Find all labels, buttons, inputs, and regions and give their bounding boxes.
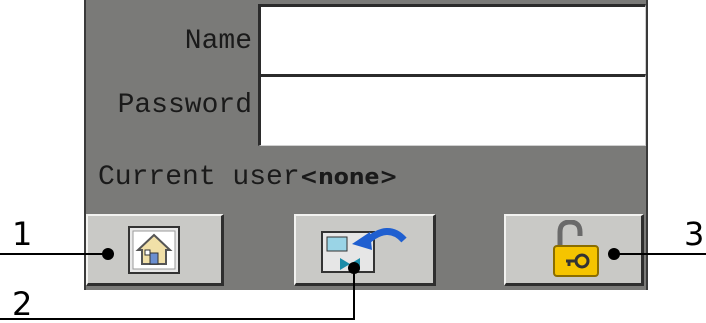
callout-1-dot bbox=[102, 248, 114, 260]
callout-2-line-h bbox=[0, 318, 355, 320]
callout-1-label: 1 bbox=[12, 215, 33, 253]
callout-2-label: 2 bbox=[12, 285, 33, 323]
callout-3-label: 3 bbox=[684, 215, 705, 253]
current-user-row: Current user<none> bbox=[98, 164, 398, 192]
callout-1-line bbox=[0, 253, 106, 255]
logout-button[interactable] bbox=[504, 214, 644, 286]
password-input[interactable] bbox=[258, 74, 646, 146]
callout-3-dot bbox=[608, 248, 620, 260]
home-icon bbox=[128, 226, 180, 274]
callout-2-line-v bbox=[353, 266, 355, 320]
current-user-label: Current user bbox=[98, 162, 300, 193]
name-input[interactable] bbox=[258, 4, 646, 76]
switch-user-icon bbox=[321, 228, 407, 273]
switch-user-button[interactable] bbox=[294, 214, 436, 286]
name-label: Name bbox=[184, 26, 252, 57]
password-label: Password bbox=[117, 90, 252, 121]
unlock-icon bbox=[553, 220, 599, 277]
callout-2-dot bbox=[348, 262, 360, 274]
current-user-value: <none> bbox=[299, 165, 398, 190]
callout-3-line bbox=[612, 253, 706, 255]
